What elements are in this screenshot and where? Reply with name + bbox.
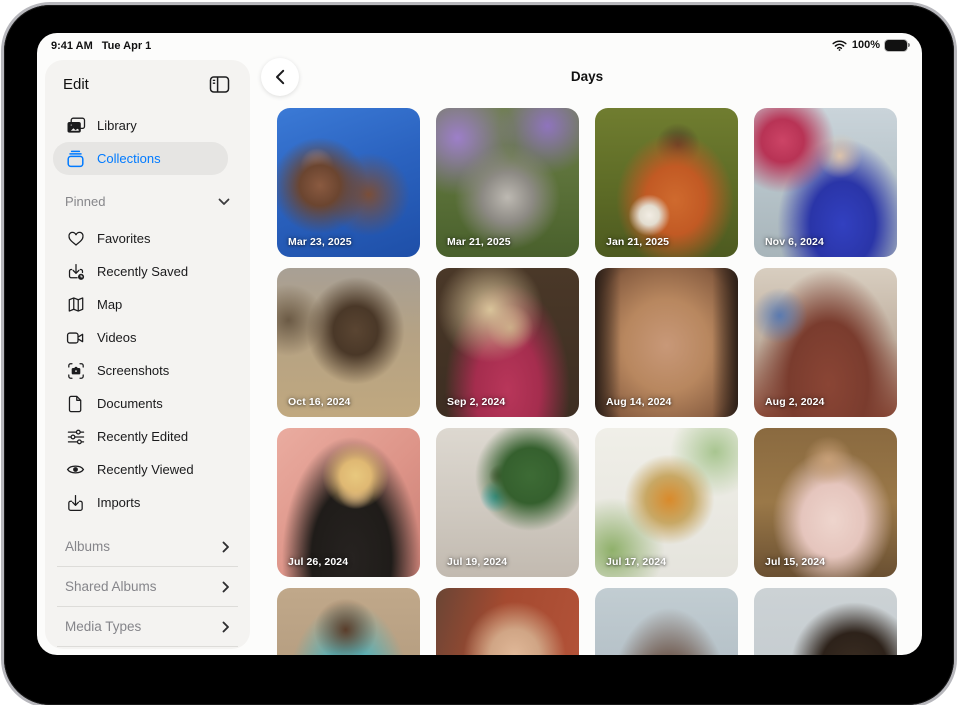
photo-date-label: Mar 23, 2025 [288, 236, 352, 248]
sidebar-item-collections[interactable]: Collections [53, 142, 228, 175]
sidebar-item-label: Documents [97, 396, 163, 411]
photo-date-label: Jul 17, 2024 [606, 556, 666, 568]
photo-card[interactable] [436, 588, 579, 655]
sidebar-item-documents[interactable]: Documents [45, 387, 250, 420]
section-label: Pinned [65, 194, 105, 209]
heart-icon [65, 229, 86, 249]
sidebar-toggle-icon[interactable] [208, 73, 230, 95]
sidebar-item-label: Recently Edited [97, 429, 188, 444]
battery-icon [885, 40, 907, 51]
sidebar-item-label: Imports [97, 495, 140, 510]
sidebar-item-favorites[interactable]: Favorites [45, 222, 250, 255]
photo-card[interactable]: Sep 2, 2024 [436, 268, 579, 417]
sidebar-item-recently-edited[interactable]: Recently Edited [45, 420, 250, 453]
video-camera-icon [65, 328, 86, 348]
photo-card[interactable]: Nov 6, 2024 [754, 108, 897, 257]
import-tray-icon [65, 493, 86, 513]
screen: 9:41 AM Tue Apr 1 100% Edit [37, 33, 922, 655]
photo-card[interactable]: Jan 21, 2025 [595, 108, 738, 257]
sidebar-item-media-types[interactable]: Media Types [57, 607, 238, 647]
ipad-device-frame: 9:41 AM Tue Apr 1 100% Edit [4, 5, 954, 705]
sidebar-item-label: Favorites [97, 231, 150, 246]
sidebar-item-library[interactable]: Library [45, 109, 250, 142]
photo-card[interactable]: Jul 15, 2024 [754, 428, 897, 577]
eye-icon [65, 460, 86, 480]
sidebar-item-label: Recently Saved [97, 264, 188, 279]
document-icon [65, 394, 86, 414]
photo-card[interactable] [595, 588, 738, 655]
photo-date-label: Nov 6, 2024 [765, 236, 824, 248]
status-time: 9:41 AM [51, 40, 93, 52]
sidebar-item-recently-saved[interactable]: Recently Saved [45, 255, 250, 288]
sidebar-item-screenshots[interactable]: Screenshots [45, 354, 250, 387]
sidebar-header: Edit [45, 60, 250, 104]
sidebar-item-imports[interactable]: Imports [45, 486, 250, 519]
sliders-icon [65, 427, 86, 447]
screenshot-icon [65, 361, 86, 381]
photo-card[interactable]: Aug 2, 2024 [754, 268, 897, 417]
photo-card[interactable]: Jul 26, 2024 [277, 428, 420, 577]
edit-button[interactable]: Edit [63, 76, 89, 93]
chevron-down-icon [218, 198, 230, 206]
sidebar-item-label: Collections [97, 151, 161, 166]
photo-card[interactable]: Aug 14, 2024 [595, 268, 738, 417]
collections-stack-icon [65, 149, 86, 169]
photo-date-label: Aug 14, 2024 [606, 396, 671, 408]
photo-date-label: Oct 16, 2024 [288, 396, 351, 408]
wifi-icon [832, 40, 847, 51]
sidebar-item-label: Recently Viewed [97, 462, 194, 477]
sidebar: Edit [45, 60, 250, 649]
chevron-right-icon [222, 581, 230, 593]
photo-date-label: Mar 21, 2025 [447, 236, 511, 248]
status-date: Tue Apr 1 [102, 40, 152, 52]
photo-card[interactable] [277, 588, 420, 655]
battery-percent: 100% [852, 39, 880, 51]
recently-saved-icon [65, 262, 86, 282]
photo-date-label: Jul 15, 2024 [765, 556, 825, 568]
sidebar-section-pinned[interactable]: Pinned [45, 175, 250, 222]
sidebar-item-recently-viewed[interactable]: Recently Viewed [45, 453, 250, 486]
days-photo-grid: Mar 23, 2025 Mar 21, 2025 Jan 21, 2025 N… [277, 108, 897, 655]
sidebar-item-videos[interactable]: Videos [45, 321, 250, 354]
group-label: Media Types [65, 619, 141, 634]
sidebar-item-map[interactable]: Map [45, 288, 250, 321]
photo-card[interactable]: Mar 21, 2025 [436, 108, 579, 257]
photos-library-icon [65, 116, 86, 136]
sidebar-item-label: Videos [97, 330, 137, 345]
chevron-right-icon [222, 541, 230, 553]
map-icon [65, 295, 86, 315]
photo-date-label: Jul 19, 2024 [447, 556, 507, 568]
sidebar-item-albums[interactable]: Albums [57, 527, 238, 567]
status-bar: 9:41 AM Tue Apr 1 100% [37, 33, 922, 59]
sidebar-item-label: Map [97, 297, 122, 312]
sidebar-item-shared-albums[interactable]: Shared Albums [57, 567, 238, 607]
sidebar-item-label: Screenshots [97, 363, 169, 378]
sidebar-item-label: Library [97, 118, 137, 133]
group-label: Albums [65, 539, 110, 554]
photo-card[interactable]: Jul 17, 2024 [595, 428, 738, 577]
photo-card[interactable]: Oct 16, 2024 [277, 268, 420, 417]
photo-date-label: Jul 26, 2024 [288, 556, 348, 568]
photo-card[interactable] [754, 588, 897, 655]
page-title: Days [277, 69, 897, 84]
photo-date-label: Jan 21, 2025 [606, 236, 669, 248]
photo-card[interactable]: Jul 19, 2024 [436, 428, 579, 577]
photo-date-label: Aug 2, 2024 [765, 396, 824, 408]
photo-date-label: Sep 2, 2024 [447, 396, 505, 408]
group-label: Shared Albums [65, 579, 157, 594]
sidebar-nav: Library Collections Pinned [45, 104, 250, 647]
chevron-right-icon [222, 621, 230, 633]
sidebar-groups: Albums Shared Albums Media Types [45, 527, 250, 647]
photo-card[interactable]: Mar 23, 2025 [277, 108, 420, 257]
